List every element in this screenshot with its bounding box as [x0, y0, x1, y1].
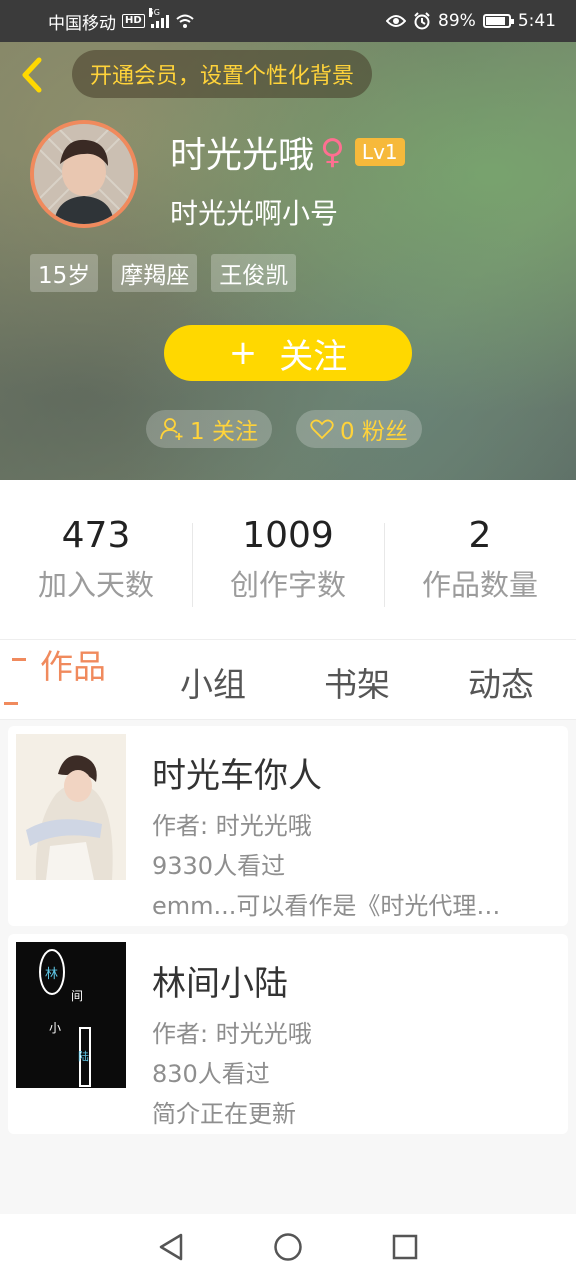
cover-char: 小	[49, 1021, 61, 1035]
work-card[interactable]: 林 间 小 陆 林间小陆 作者: 时光光哦 830人看过 简介正在更新	[8, 934, 568, 1134]
clock: 5:41	[517, 11, 556, 31]
fans-button[interactable]: 0 粉丝	[295, 410, 422, 448]
follow-label: 关注	[279, 336, 348, 377]
carrier-label: 中国移动	[48, 13, 116, 34]
following-count: 1 关注	[190, 419, 258, 445]
tab-indicator	[4, 702, 18, 705]
work-desc: 简介正在更新	[152, 1100, 296, 1128]
stat-words: 1009 创作字数	[192, 515, 384, 607]
eye-icon	[386, 15, 407, 27]
wifi-icon	[176, 14, 194, 28]
stat-value: 2	[468, 515, 492, 556]
work-card[interactable]: 时光车你人 作者: 时光光哦 9330人看过 emm...可以看作是《时光代理…	[8, 726, 568, 926]
back-button[interactable]	[14, 56, 48, 94]
tab-indicator	[12, 658, 26, 661]
tab-bar: 作品 小组 书架 动态	[0, 640, 576, 720]
square-recent-icon[interactable]	[391, 1233, 419, 1261]
follow-button[interactable]: + 关注	[164, 325, 412, 381]
tag-idol: 王俊凯	[211, 254, 297, 292]
stat-label: 作品数量	[421, 568, 538, 602]
stat-value: 473	[61, 515, 131, 556]
username-row: 时光光哦 ♀ Lv1	[170, 126, 405, 178]
work-cover	[16, 734, 126, 880]
female-icon: ♀	[320, 132, 345, 172]
stat-value: 1009	[242, 515, 334, 556]
stat-label: 创作字数	[229, 568, 346, 602]
stats-row: 473 加入天数 1009 创作字数 2 作品数量	[0, 480, 576, 640]
hd-badge: HD	[122, 14, 145, 28]
system-nav-bar	[0, 1214, 576, 1280]
stat-works: 2 作品数量	[384, 515, 576, 607]
vip-banner-button[interactable]: 开通会员，设置个性化背景	[72, 50, 373, 98]
heart-icon	[310, 419, 334, 440]
work-cover: 林 间 小 陆	[16, 942, 126, 1088]
tab-works[interactable]: 作品	[40, 640, 106, 688]
tag-age: 15岁	[30, 254, 99, 292]
tab-groups[interactable]: 小组	[180, 658, 246, 706]
work-views: 830人看过	[152, 1060, 270, 1088]
battery-percent: 89%	[438, 11, 476, 31]
profile-header: 开通会员，设置个性化背景 时光光哦 ♀ Lv1 时光光啊小号 15岁 摩羯座 王…	[0, 42, 576, 480]
work-title: 林间小陆	[152, 964, 288, 1004]
avatar-image	[34, 124, 134, 224]
work-author: 作者: 时光光哦	[152, 812, 312, 840]
profile-tags: 15岁 摩羯座 王俊凯	[30, 254, 297, 292]
stat-label: 加入天数	[37, 568, 154, 602]
user-plus-icon	[160, 418, 183, 440]
stat-days: 473 加入天数	[0, 515, 192, 604]
nickname: 时光光啊小号	[170, 197, 339, 230]
level-badge: Lv1	[354, 138, 405, 166]
alarm-icon	[414, 12, 430, 30]
work-title: 时光车你人	[152, 756, 322, 796]
tag-zodiac: 摩羯座	[112, 254, 198, 292]
work-desc: emm...可以看作是《时光代理…	[152, 892, 501, 920]
tab-activity[interactable]: 动态	[468, 658, 534, 706]
fans-count: 0 粉丝	[339, 419, 408, 445]
back-chevron-icon	[22, 57, 42, 93]
work-author: 作者: 时光光哦	[152, 1020, 312, 1048]
plus-icon: +	[228, 333, 258, 373]
battery-icon	[482, 14, 514, 28]
status-bar: 中国移动 HD 5G 89% 5:41	[0, 0, 576, 42]
avatar[interactable]	[30, 120, 138, 228]
circle-home-icon[interactable]	[273, 1232, 303, 1262]
work-views: 9330人看过	[152, 852, 286, 880]
triangle-back-icon[interactable]	[157, 1232, 185, 1262]
signal-icon: 5G	[148, 8, 169, 28]
cover-char: 间	[71, 989, 83, 1003]
cover-char: 陆	[78, 1049, 89, 1063]
following-button[interactable]: 1 关注	[146, 410, 272, 448]
works-list: 时光车你人 作者: 时光光哦 9330人看过 emm...可以看作是《时光代理……	[8, 726, 568, 1142]
username: 时光光哦	[170, 135, 315, 176]
tab-bookshelf[interactable]: 书架	[324, 658, 390, 706]
social-counts: 1 关注 0 粉丝	[146, 410, 422, 448]
cover-char: 林	[45, 967, 58, 982]
